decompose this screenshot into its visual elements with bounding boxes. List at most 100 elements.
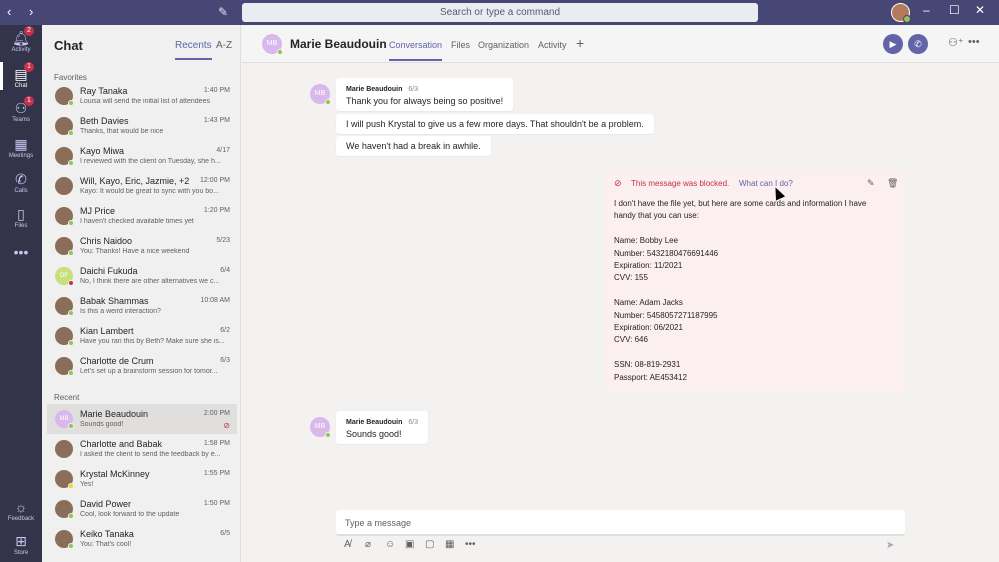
store-icon: ⊞: [15, 533, 27, 549]
chat-list-item[interactable]: MB Marie Beaudouin 2:00 PM Sounds good! ⊘: [47, 404, 237, 434]
chat-preview: You: Thanks! Have a nice weekend: [80, 248, 190, 255]
chat-list-item[interactable]: DF Daichi Fukuda 6/4 No, I think there are …: [47, 261, 237, 291]
rail-calls[interactable]: ✆ Calls: [0, 171, 42, 194]
chat-list-item[interactable]: Beth Davies 1:43 PM Thanks, that would be …: [47, 111, 237, 141]
more-options-icon[interactable]: •••: [465, 539, 476, 550]
tab-organization[interactable]: Organization: [478, 40, 529, 50]
recent-label: Recent: [54, 393, 80, 402]
presence-indicator: [68, 513, 74, 519]
chat-name: Charlotte de Crum: [80, 356, 154, 366]
minimize-icon[interactable]: –: [923, 3, 930, 17]
chat-list-item[interactable]: Krystal McKinney 1:55 PM Yes!: [47, 464, 237, 494]
chat-list-item[interactable]: Ray Tanaka 1:40 PM Louisa will send the in…: [47, 81, 237, 111]
message-bubble: I will push Krystal to give us a few mor…: [336, 114, 654, 134]
chat-list-item[interactable]: Charlotte de Crum 6/3 Let's set up a brain…: [47, 351, 237, 381]
video-icon: ▶: [889, 39, 897, 49]
chat-name: Kayo Miwa: [80, 146, 125, 156]
presence-indicator: [68, 543, 74, 549]
tab-activity[interactable]: Activity: [538, 40, 567, 50]
chat-preview: Cool, look forward to the update: [80, 511, 180, 518]
presence-indicator: [68, 423, 74, 429]
chat-name: Daichi Fukuda: [80, 266, 138, 276]
chat-name: Ray Tanaka: [80, 86, 128, 96]
message-sender: Marie Beaudouin: [346, 419, 403, 426]
chat-name: Keiko Tanaka: [80, 529, 134, 539]
blocked-icon: ⊘: [223, 421, 230, 430]
blocked-message-line: I don't have the file yet, but here are …: [614, 199, 867, 208]
conversation-pane: MB Marie Beaudouin Conversation Files Or…: [242, 25, 999, 562]
tab-files[interactable]: Files: [451, 40, 470, 50]
chat-preview: No, I think there are other alternatives…: [80, 278, 220, 285]
message-bubble: Marie Beaudouin 6/3 Thank you for always …: [336, 78, 514, 111]
chat-preview: Yes!: [80, 481, 94, 488]
chat-time: 1:40 PM: [203, 87, 230, 94]
chat-list-item[interactable]: Babak Shammas 10:08 AM Is this a weird int…: [47, 291, 237, 321]
blocked-message-line: Number: 5458057271187995: [614, 310, 718, 320]
trash-icon[interactable]: 🗑︎: [887, 178, 898, 189]
blocked-message-line: Number: 5432180476691446: [614, 248, 719, 258]
chat-list-item[interactable]: Will, Kayo, Eric, Jazmie, +2 12:00 PM Kayo…: [47, 171, 237, 201]
chat-list-item[interactable]: Chris Naidoo 5/23 You: Thanks! Have a nice…: [47, 231, 237, 261]
chat-time: 1:50 PM: [203, 500, 230, 507]
rail-teams[interactable]: ⚇ 1 Teams: [0, 96, 42, 123]
bell-icon: 🔔︎ 2: [0, 26, 42, 46]
new-chat-icon[interactable]: ✎: [218, 5, 228, 19]
audio-call-button[interactable]: ✆: [908, 34, 928, 54]
avatar[interactable]: MB: [262, 34, 283, 55]
schedule-meeting-icon[interactable]: ▦: [445, 539, 454, 550]
rail-chat[interactable]: ▤ 1 Chat: [0, 62, 42, 90]
chat-list-item[interactable]: Keiko Tanaka 6/5 You: That's cool!: [47, 524, 237, 554]
rail-files[interactable]: ▯ Files: [0, 206, 42, 229]
chat-preview: Is this a weird interaction?: [80, 308, 161, 315]
close-icon[interactable]: ✕: [975, 3, 985, 17]
avatar: [55, 327, 74, 346]
tab-conversation[interactable]: Conversation: [389, 40, 443, 61]
activity-badge: 2: [24, 26, 34, 36]
chevron-left-icon[interactable]: ‹: [7, 4, 11, 19]
chat-time: 6/5: [220, 530, 230, 537]
rail-activity[interactable]: 🔔︎ 2 Activity: [0, 26, 42, 53]
rail-meetings[interactable]: ▦ Meetings: [0, 136, 42, 159]
phone-icon: ✆: [15, 171, 27, 187]
blocked-message-line: CVV: 155: [614, 273, 648, 283]
chat-time: 6/4: [220, 267, 230, 274]
add-tab-button[interactable]: +: [576, 35, 584, 51]
profile-avatar[interactable]: [891, 3, 911, 23]
what-can-i-do-link[interactable]: What can I do?: [739, 179, 793, 188]
chat-title: Chat: [54, 38, 83, 53]
title-bar: ‹ › ✎ Search or type a command – ☐ ✕: [0, 0, 999, 25]
avatar: [55, 207, 74, 226]
chat-list-header: Chat Recents A-Z: [42, 25, 240, 63]
tab-recents[interactable]: Recents: [175, 40, 212, 60]
rail-feedback[interactable]: ☼ Feedback: [0, 499, 42, 522]
chevron-right-icon[interactable]: ›: [29, 4, 33, 19]
chat-preview: Louisa will send the initial list of att…: [80, 98, 210, 105]
rail-store[interactable]: ⊞ Store: [0, 533, 42, 556]
more-apps-button[interactable]: •••: [0, 244, 42, 260]
chat-name: Marie Beaudouin: [80, 409, 149, 419]
more-icon: •••: [13, 244, 29, 260]
format-icon[interactable]: A̸: [344, 539, 351, 550]
chat-list-item[interactable]: Kian Lambert 6/2 Have you ran this by Beth…: [47, 321, 237, 351]
tab-a-z[interactable]: A-Z: [216, 40, 232, 51]
search-input[interactable]: Search or type a command: [242, 3, 758, 22]
video-call-button[interactable]: ▶: [883, 34, 903, 54]
sticker-icon[interactable]: ▢: [425, 539, 434, 550]
chat-list-item[interactable]: Kayo Miwa 4/17 I reviewed with the client …: [47, 141, 237, 171]
message-input[interactable]: Type a message: [336, 510, 905, 536]
attach-icon[interactable]: ⌀: [365, 539, 371, 550]
chat-list-item[interactable]: David Power 1:50 PM Cool, look forward to …: [47, 494, 237, 524]
more-options-icon[interactable]: •••: [968, 36, 980, 48]
emoji-icon[interactable]: ☺: [385, 539, 395, 550]
avatar: MB: [310, 417, 331, 438]
presence-indicator: [68, 220, 74, 226]
maximize-icon[interactable]: ☐: [949, 3, 960, 17]
chat-list-item[interactable]: MJ Price 1:20 PM I haven't checked availab…: [47, 201, 237, 231]
add-people-icon[interactable]: ⚇⁺: [948, 36, 964, 49]
gif-icon[interactable]: ▣: [405, 539, 414, 550]
send-icon[interactable]: ➤: [886, 540, 894, 551]
message-date: 6/3: [408, 419, 419, 426]
edit-icon[interactable]: ✎: [867, 178, 875, 189]
chat-list-item[interactable]: Charlotte and Babak 1:58 PM I asked the cl…: [47, 434, 237, 464]
avatar: [55, 297, 74, 316]
